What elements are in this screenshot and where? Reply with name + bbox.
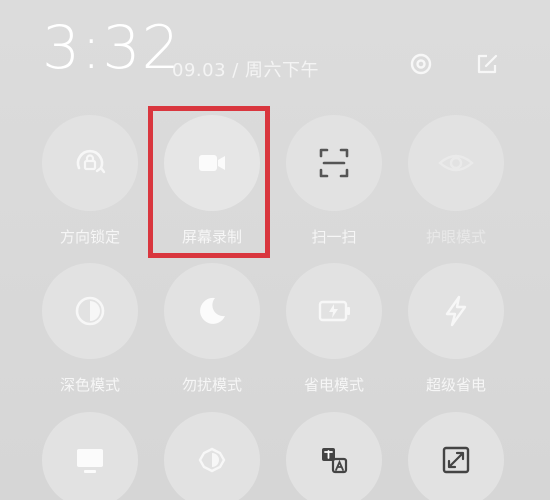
rotation-lock-icon: [76, 149, 106, 174]
dark-mode-icon: [75, 296, 105, 326]
edit-button[interactable]: [472, 48, 504, 80]
tile-dark-mode-label: 深色模式: [59, 376, 120, 394]
tile-translate[interactable]: [286, 412, 382, 500]
tile-super-saving[interactable]: [408, 263, 504, 359]
tile-screen-record[interactable]: [164, 115, 260, 211]
video-camera-icon: [199, 155, 225, 171]
screen-cast-icon: [77, 449, 103, 473]
settings-button[interactable]: [405, 48, 437, 80]
moon-icon: [200, 297, 225, 324]
eye-icon: [438, 154, 474, 172]
translate-icon: [322, 448, 348, 474]
control-center: 3:32 09.03 / 周六下午 方向锁定 屏幕录制 扫一扫 护眼模式 深色模…: [0, 0, 550, 500]
scan-icon: [319, 148, 349, 178]
tile-screen-cast[interactable]: [42, 412, 138, 500]
tile-do-not-disturb-label: 勿扰模式: [181, 376, 242, 394]
status-date: 09.03 / 周六下午: [172, 60, 320, 81]
expand-icon: [442, 446, 470, 474]
tile-brightness[interactable]: [164, 412, 260, 500]
brightness-icon: [198, 447, 226, 473]
tile-scan-label: 扫一扫: [311, 228, 357, 246]
edit-icon: [477, 54, 498, 74]
tile-do-not-disturb[interactable]: [164, 263, 260, 359]
tile-eye-care-label: 护眼模式: [425, 228, 486, 246]
tile-rotation-lock[interactable]: [42, 115, 138, 211]
tile-dark-mode[interactable]: [42, 263, 138, 359]
tile-power-saving[interactable]: [286, 263, 382, 359]
lightning-icon: [445, 295, 467, 327]
status-time: 3:32: [42, 13, 181, 83]
tile-screen-record-label: 屏幕录制: [181, 228, 242, 246]
tile-super-saving-label: 超级省电: [425, 376, 486, 394]
tile-eye-care[interactable]: [408, 115, 504, 211]
tile-scan[interactable]: [286, 115, 382, 211]
tile-power-saving-label: 省电模式: [303, 376, 364, 394]
tile-rotation-lock-label: 方向锁定: [59, 228, 120, 246]
gear-icon: [410, 53, 432, 75]
battery-icon: [318, 300, 350, 322]
tile-expand[interactable]: [408, 412, 504, 500]
